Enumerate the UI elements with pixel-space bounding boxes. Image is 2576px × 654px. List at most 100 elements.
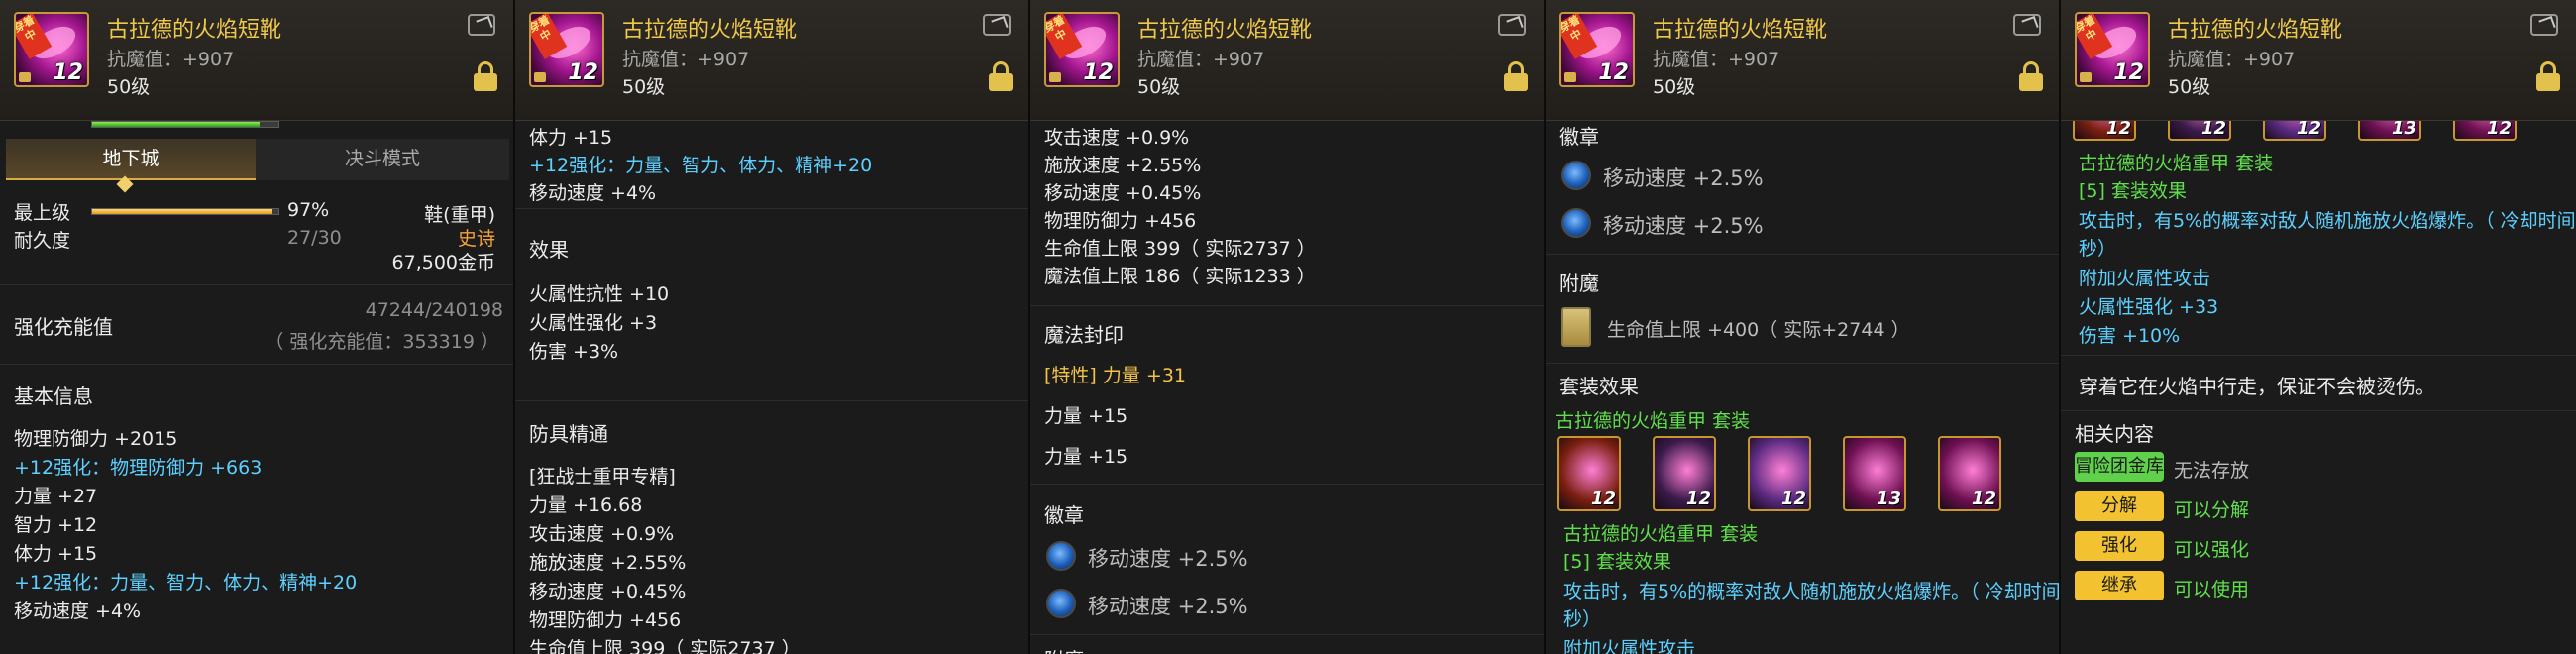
lock-icon xyxy=(19,72,31,82)
seal-line: [特性] 力量 +31 xyxy=(1044,365,1187,386)
extra-line: 附加火属性攻击 xyxy=(2079,268,2211,289)
enchant-card-icon xyxy=(1561,307,1591,347)
durability-label: 耐久度 xyxy=(14,230,71,252)
stat-line: +12强化：力量、智力、体力、精神+20 xyxy=(529,155,873,176)
set-piece-icon[interactable]: 12 xyxy=(1938,436,2001,511)
stat-line: 施放速度 +2.55% xyxy=(1044,155,1202,176)
item-level: 50级 xyxy=(622,76,666,98)
set-piece-icon[interactable]: 12 xyxy=(1653,436,1716,511)
armor-line: 力量 +16.68 xyxy=(529,494,643,516)
item-icon-level: 12 xyxy=(2113,60,2144,85)
seal-line: 力量 +15 xyxy=(1044,405,1128,427)
padlock-icon[interactable] xyxy=(1504,61,1528,91)
divider xyxy=(1030,305,1544,306)
set-piece-level: 12 xyxy=(1971,489,1996,509)
charge-label: 强化充能值 xyxy=(14,315,113,339)
armor-line: [狂战士重甲专精] xyxy=(529,466,676,488)
set-piece-icon[interactable]: 12 xyxy=(2453,121,2517,141)
divider xyxy=(2061,410,2576,411)
emblem-orb-icon xyxy=(1561,208,1591,238)
tab-pvp[interactable]: 决斗模式 xyxy=(256,139,509,180)
set-piece-level: 13 xyxy=(2391,121,2416,139)
share-icon[interactable] xyxy=(2530,14,2558,36)
item-name: 古拉德的火焰短靴 xyxy=(622,18,798,43)
effect-line: 火属性抗性 +10 xyxy=(529,283,670,305)
durability-value: 27/30 xyxy=(287,227,342,249)
divider xyxy=(2061,355,2576,356)
tab-dungeon[interactable]: 地下城 xyxy=(6,139,256,180)
set-effect-text: 秒） xyxy=(1563,608,1602,630)
tooltip-panel-1: 穿着中 12 古拉德的火焰短靴 抗魔值：+907 50级 地下城 决斗模式 最上… xyxy=(0,0,515,654)
padlock-icon[interactable] xyxy=(2019,61,2043,91)
set-piece-level: 12 xyxy=(1685,489,1711,509)
set-piece-icon[interactable]: 12 xyxy=(1748,436,1811,511)
item-name: 古拉德的火焰短靴 xyxy=(1653,18,1828,43)
emblem-line: 移动速度 +2.5% xyxy=(1088,547,1248,571)
action-text: 可以使用 xyxy=(2174,579,2250,600)
stat-line: 移动速度 +4% xyxy=(529,182,657,204)
magic-resist: 抗魔值：+907 xyxy=(2168,49,2296,70)
divider xyxy=(1030,634,1544,635)
item-header: 穿着中 12 古拉德的火焰短靴 抗魔值：+907 50级 xyxy=(515,0,1028,121)
emblem-heading: 徽章 xyxy=(1044,503,1084,527)
max-level-label: 最上级 xyxy=(14,202,71,224)
divider xyxy=(515,400,1028,401)
emblem-orb-icon xyxy=(1046,589,1076,618)
rarity: 史诗 xyxy=(457,228,495,250)
item-icon-level: 12 xyxy=(53,60,83,85)
effect-line: 伤害 +3% xyxy=(529,341,619,363)
item-icon-level: 12 xyxy=(1598,60,1629,85)
item-level: 50级 xyxy=(1653,76,1696,98)
tooltip-panel-4: 穿着中 12 古拉德的火焰短靴 抗魔值：+907 50级 徽章 移动速度 +2.… xyxy=(1546,0,2061,654)
padlock-icon[interactable] xyxy=(474,61,497,91)
armor-line: 物理防御力 +456 xyxy=(529,609,682,631)
max-level-bar xyxy=(91,208,279,215)
tooltip-panel-5: 穿着中 12 古拉德的火焰短靴 抗魔值：+907 50级 12 12 12 13 12 … xyxy=(2061,0,2576,654)
max-level-value: 97% xyxy=(287,199,330,221)
action-tag[interactable]: 强化 xyxy=(2075,531,2164,561)
set-piece-level: 13 xyxy=(1876,489,1901,509)
set-piece-level: 12 xyxy=(1780,489,1806,509)
item-name: 古拉德的火焰短靴 xyxy=(2168,18,2343,43)
share-icon[interactable] xyxy=(1498,14,1526,36)
enchant-heading-cut: 附魔 xyxy=(1044,644,1084,654)
share-icon[interactable] xyxy=(468,14,495,36)
item-name: 古拉德的火焰短靴 xyxy=(1137,18,1313,43)
action-tag[interactable]: 继承 xyxy=(2075,571,2164,600)
share-icon[interactable] xyxy=(2013,14,2041,36)
set-piece-icon[interactable]: 13 xyxy=(2358,121,2421,141)
extra-line: 附加火属性攻击 xyxy=(1563,638,1696,654)
armor-mastery-heading: 防具精通 xyxy=(529,422,608,446)
charge-sub: （ 强化充能值：353319 ） xyxy=(265,331,499,353)
item-icon: 穿着中 12 xyxy=(529,12,604,87)
stat-line: 物理防御力 +456 xyxy=(1044,210,1197,232)
item-icon-level: 12 xyxy=(1083,60,1114,85)
divider xyxy=(0,364,513,365)
divider xyxy=(0,284,513,285)
action-tag[interactable]: 分解 xyxy=(2075,491,2164,521)
emblem-line: 移动速度 +2.5% xyxy=(1603,166,1764,190)
set-piece-icon[interactable]: 13 xyxy=(1843,436,1906,511)
set-piece-icon[interactable]: 12 xyxy=(1557,436,1621,511)
item-header: 穿着中 12 古拉德的火焰短靴 抗魔值：+907 50级 xyxy=(1030,0,1544,121)
set-effect-text: 秒） xyxy=(2079,238,2117,260)
set-piece-icon[interactable]: 12 xyxy=(2073,121,2136,141)
stat-line: 体力 +15 xyxy=(14,543,98,565)
set-piece-icon[interactable]: 12 xyxy=(2263,121,2326,141)
stat-line: 体力 +15 xyxy=(529,127,613,149)
set-name: 古拉德的火焰重甲 套装 xyxy=(1563,523,1759,545)
divider xyxy=(1546,254,2059,255)
padlock-icon[interactable] xyxy=(2536,61,2560,91)
related-heading: 相关内容 xyxy=(2075,422,2154,446)
set-piece-icon[interactable]: 12 xyxy=(2168,121,2231,141)
lock-icon xyxy=(1049,72,1061,82)
lock-icon xyxy=(2080,72,2092,82)
item-icon: 穿着中 12 xyxy=(2075,12,2150,87)
share-icon[interactable] xyxy=(983,14,1011,36)
item-header: 穿着中 12 古拉德的火焰短靴 抗魔值：+907 50级 xyxy=(1546,0,2059,121)
storage-text: 无法存放 xyxy=(2174,460,2250,482)
padlock-icon[interactable] xyxy=(989,61,1013,91)
set-piece-level: 12 xyxy=(2105,121,2131,139)
set-piece-level: 12 xyxy=(1590,489,1616,509)
magic-resist: 抗魔值：+907 xyxy=(1137,49,1265,70)
